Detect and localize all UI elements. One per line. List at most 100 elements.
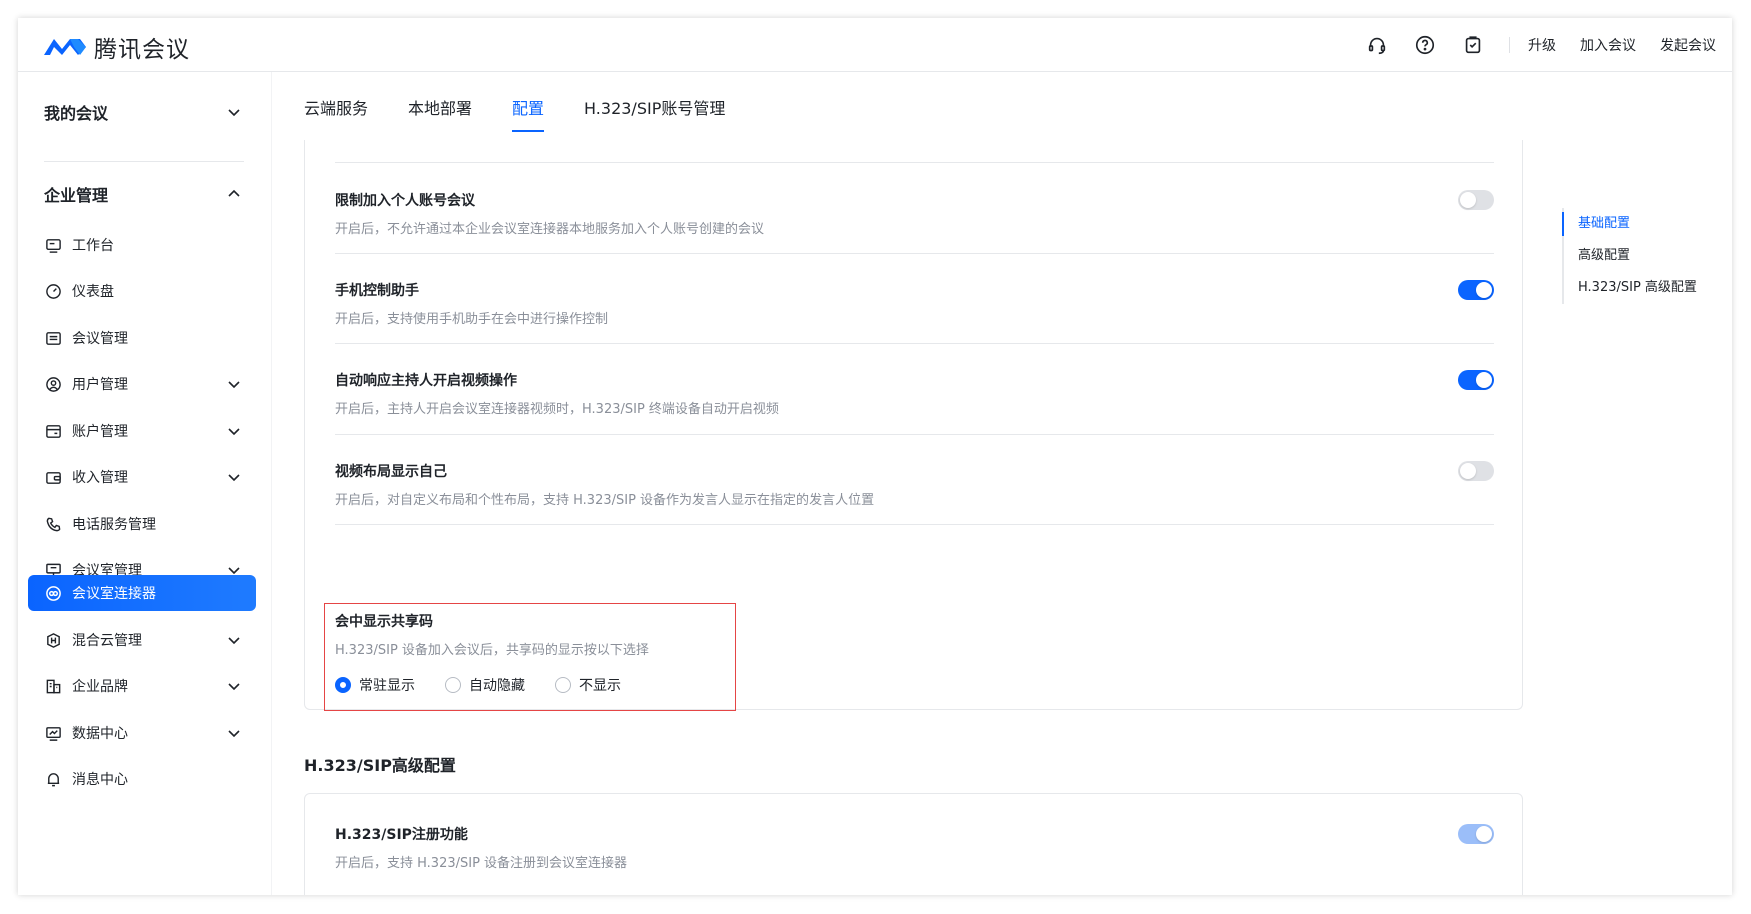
sidebar-group-enterprise[interactable]: 企业管理 xyxy=(44,168,244,220)
radio-dot xyxy=(445,677,461,693)
radio-label: 常驻显示 xyxy=(359,678,415,694)
sidebar: 我的会议 企业管理 工作台 仪表盘 会议管理 用户管理 账户管理 收入管理 电话… xyxy=(18,72,272,895)
row-divider xyxy=(335,253,1494,254)
anchor-basic-config[interactable]: 基础配置 xyxy=(1562,208,1697,240)
tab-config[interactable]: 配置 xyxy=(512,72,545,142)
upgrade-link[interactable]: 升级 xyxy=(1528,35,1556,55)
sidebar-item-label: 用户管理 xyxy=(72,377,128,393)
sidebar-item-label: 企业品牌 xyxy=(72,679,128,695)
sidebar-item-label: 收入管理 xyxy=(72,470,128,486)
chevron-down-icon xyxy=(228,109,240,117)
bell-icon xyxy=(44,770,62,788)
sidebar-group-my-meetings[interactable]: 我的会议 xyxy=(44,86,244,138)
setting-title: 视频布局显示自己 xyxy=(335,464,447,480)
setting-desc: 开启后，不允许通过本企业会议室连接器本地服务加入个人账号创建的会议 xyxy=(335,222,765,237)
radio-dot xyxy=(555,677,571,693)
tab-sip-account[interactable]: H.323/SIP账号管理 xyxy=(584,72,725,142)
sidebar-item-account-management[interactable]: 账户管理 xyxy=(28,411,256,451)
chevron-down-icon xyxy=(228,637,240,645)
chevron-up-icon xyxy=(228,189,240,197)
sidebar-item-label: 混合云管理 xyxy=(72,633,142,649)
chevron-down-icon xyxy=(228,730,240,738)
sidebar-item-label: 账户管理 xyxy=(72,424,128,440)
top-header: 腾讯会议 升级 加入会议 发起会议 xyxy=(18,18,1732,72)
sidebar-item-label: 消息中心 xyxy=(72,772,128,788)
user-icon xyxy=(44,375,62,393)
mobile-assistant-toggle[interactable] xyxy=(1458,280,1494,300)
chevron-down-icon xyxy=(228,683,240,691)
setting-desc: H.323/SIP 设备加入会议后，共享码的显示按以下选择 xyxy=(335,643,649,658)
sidebar-item-meeting-management[interactable]: 会议管理 xyxy=(28,318,256,358)
row-divider xyxy=(335,343,1494,344)
sidebar-item-data-center[interactable]: 数据中心 xyxy=(28,713,256,753)
anchor-advanced-config[interactable]: 高级配置 xyxy=(1564,240,1697,272)
chevron-down-icon xyxy=(228,381,240,389)
setting-title: 手机控制助手 xyxy=(335,283,419,299)
sidebar-item-label: 数据中心 xyxy=(72,726,128,742)
radio-label: 自动隐藏 xyxy=(469,678,525,694)
row-divider xyxy=(335,162,1494,163)
share-code-radio-group: 常驻显示 自动隐藏 不显示 xyxy=(335,675,651,695)
setting-title: H.323/SIP注册功能 xyxy=(335,827,468,843)
sidebar-divider xyxy=(44,161,244,162)
hybrid-cloud-icon xyxy=(44,631,62,649)
tab-cloud-service[interactable]: 云端服务 xyxy=(304,72,368,142)
anchor-sip-advanced-config[interactable]: H.323/SIP 高级配置 xyxy=(1564,272,1697,304)
phone-icon xyxy=(44,515,62,533)
setting-title: 自动响应主持人开启视频操作 xyxy=(335,373,517,389)
tab-local-deploy[interactable]: 本地部署 xyxy=(408,72,472,142)
setting-share-code: 会中显示共享码 H.323/SIP 设备加入会议后，共享码的显示按以下选择 xyxy=(335,611,735,658)
radio-auto-hide[interactable]: 自动隐藏 xyxy=(445,675,525,695)
brand-icon xyxy=(44,677,62,695)
app-name: 腾讯会议 xyxy=(94,37,190,63)
sidebar-item-label: 电话服务管理 xyxy=(72,517,156,533)
sidebar-item-phone-service[interactable]: 电话服务管理 xyxy=(28,504,256,544)
radio-always-show[interactable]: 常驻显示 xyxy=(335,675,415,695)
sidebar-item-label: 会议室连接器 xyxy=(72,586,156,602)
sip-section-heading: H.323/SIP高级配置 xyxy=(304,756,456,775)
sip-register-toggle[interactable] xyxy=(1458,824,1494,844)
header-divider xyxy=(1509,37,1510,53)
layout-self-toggle[interactable] xyxy=(1458,461,1494,481)
restrict-personal-toggle[interactable] xyxy=(1458,190,1494,210)
headset-icon[interactable] xyxy=(1365,33,1389,57)
account-icon xyxy=(44,422,62,440)
sidebar-item-hybrid-cloud[interactable]: 混合云管理 xyxy=(28,620,256,660)
sidebar-item-workbench[interactable]: 工作台 xyxy=(28,225,256,265)
sidebar-item-label: 仪表盘 xyxy=(72,284,114,300)
start-meeting-link[interactable]: 发起会议 xyxy=(1660,35,1716,55)
connector-icon xyxy=(44,584,62,602)
sidebar-item-revenue-management[interactable]: 收入管理 xyxy=(28,457,256,497)
setting-auto-video: 自动响应主持人开启视频操作 开启后，主持人开启会议室连接器视频时，H.323/S… xyxy=(335,370,1494,417)
wallet-icon xyxy=(44,468,62,486)
clipboard-icon[interactable] xyxy=(1461,33,1485,57)
main-tabs: 云端服务 本地部署 配置 H.323/SIP账号管理 xyxy=(304,72,765,142)
sip-config-panel: H.323/SIP注册功能 开启后，支持 H.323/SIP 设备注册到会议室连… xyxy=(304,793,1523,895)
auto-video-toggle[interactable] xyxy=(1458,370,1494,390)
anchor-nav: 基础配置 高级配置 H.323/SIP 高级配置 xyxy=(1562,208,1697,304)
radio-dot xyxy=(335,677,351,693)
dashboard-icon xyxy=(44,282,62,300)
meeting-list-icon xyxy=(44,329,62,347)
app-logo[interactable]: 腾讯会议 xyxy=(42,30,190,64)
join-meeting-link[interactable]: 加入会议 xyxy=(1580,35,1636,55)
sidebar-item-room-connector-active[interactable]: 会议室连接器 xyxy=(28,575,256,611)
setting-desc: 开启后，支持 H.323/SIP 设备注册到会议室连接器 xyxy=(335,856,628,871)
sidebar-item-user-management[interactable]: 用户管理 xyxy=(28,364,256,404)
app-window: 腾讯会议 升级 加入会议 发起会议 我的会议 企业管理 工作台 仪表盘 会议管理… xyxy=(18,18,1732,895)
sidebar-item-dashboard[interactable]: 仪表盘 xyxy=(28,271,256,311)
sidebar-item-message-center[interactable]: 消息中心 xyxy=(28,759,256,799)
setting-title: 会中显示共享码 xyxy=(335,614,433,630)
radio-label: 不显示 xyxy=(579,678,621,694)
sidebar-item-enterprise-brand[interactable]: 企业品牌 xyxy=(28,666,256,706)
help-icon[interactable] xyxy=(1413,33,1437,57)
tencent-meeting-logo-icon xyxy=(44,39,86,55)
sidebar-item-label: 工作台 xyxy=(72,238,114,254)
setting-layout-self: 视频布局显示自己 开启后，对自定义布局和个性布局，支持 H.323/SIP 设备… xyxy=(335,461,1494,508)
setting-mobile-assistant: 手机控制助手 开启后，支持使用手机助手在会中进行操作控制 xyxy=(335,280,1494,327)
setting-desc: 开启后，支持使用手机助手在会中进行操作控制 xyxy=(335,312,609,327)
chevron-down-icon xyxy=(228,474,240,482)
radio-hide[interactable]: 不显示 xyxy=(555,675,621,695)
setting-desc: 开启后，对自定义布局和个性布局，支持 H.323/SIP 设备作为发言人显示在指… xyxy=(335,493,875,508)
setting-title: 限制加入个人账号会议 xyxy=(335,193,475,209)
